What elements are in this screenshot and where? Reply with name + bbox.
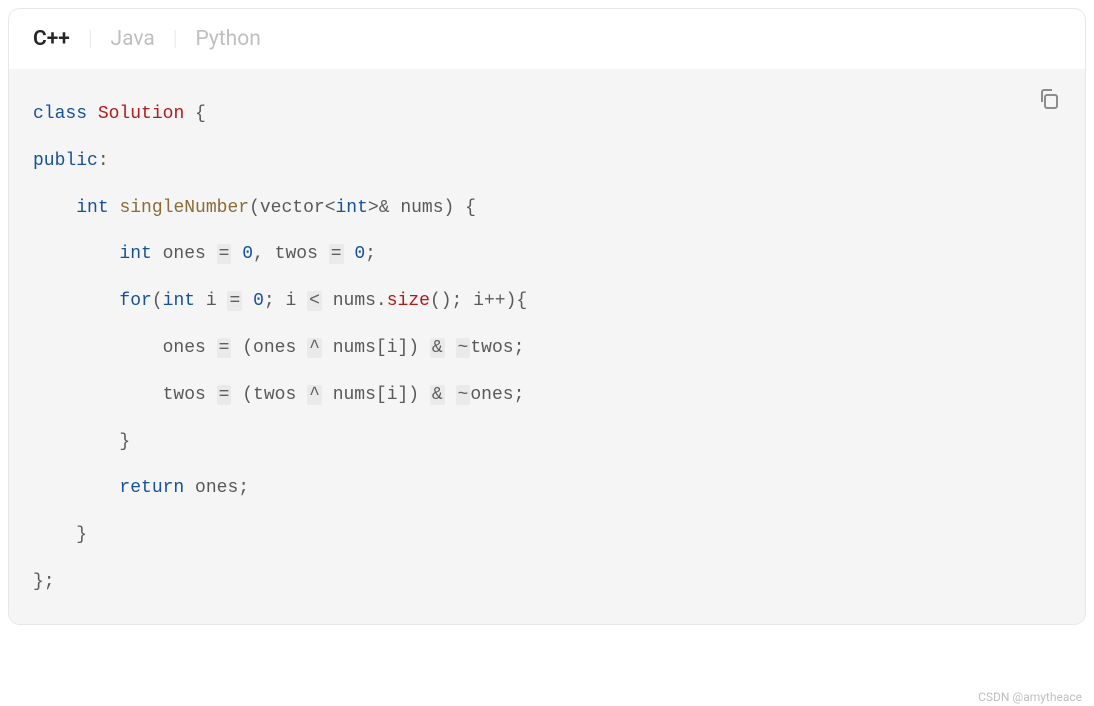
watermark: CSDN @amytheace [978,690,1082,704]
copy-button[interactable] [1037,87,1061,111]
language-tabs: C++ | Java | Python [9,9,1085,69]
tab-java[interactable]: Java [110,27,154,51]
code-area: class Solution { public: int singleNumbe… [9,69,1085,624]
code-block-container: C++ | Java | Python class Solution { pub… [8,8,1086,625]
copy-icon [1037,87,1061,111]
tab-divider: | [88,27,93,51]
tab-divider: | [173,27,178,51]
code-content: class Solution { public: int singleNumbe… [33,91,1061,606]
tab-python[interactable]: Python [195,27,260,51]
tab-cpp[interactable]: C++ [33,27,70,51]
